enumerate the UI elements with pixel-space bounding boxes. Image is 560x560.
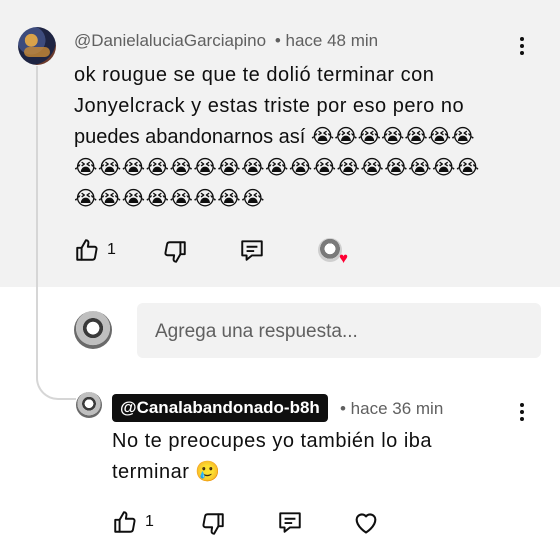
thumbs-down-icon xyxy=(162,239,188,265)
reply-button[interactable] xyxy=(239,237,265,263)
like-button[interactable]: 1 xyxy=(74,237,116,263)
more-vert-icon[interactable] xyxy=(519,37,525,59)
emoji-row: 😭😭😭😭😭😭😭 xyxy=(310,126,475,148)
thumbs-up-icon xyxy=(74,237,100,263)
avatar xyxy=(74,311,112,349)
heart-icon: ♥ xyxy=(339,250,348,267)
thumbs-up-icon xyxy=(112,509,138,535)
comment-meta: @DanielaluciaGarciapino • hace 48 min xyxy=(74,31,378,51)
reply-input[interactable]: Agrega una respuesta... xyxy=(137,303,541,358)
avatar[interactable] xyxy=(18,27,56,65)
like-count: 1 xyxy=(145,513,154,530)
creator-heart-icon: ♥ xyxy=(318,238,348,268)
comment-text: ok rougue se que te dolió terminar con J… xyxy=(74,60,514,215)
more-vert-icon[interactable] xyxy=(519,403,525,425)
comment-text-line: puedes abandonarnos así xyxy=(74,126,306,148)
reply-time: • hace 36 min xyxy=(340,399,444,418)
reply-text-line: No te preocupes yo también lo iba xyxy=(112,430,433,452)
emoji-row: 😭😭😭😭😭😭😭😭😭😭😭😭😭😭😭😭😭 xyxy=(74,157,480,179)
reply-icon xyxy=(239,237,265,263)
reply-text-line: terminar 🥲 xyxy=(112,461,221,483)
reply-text: No te preocupes yo también lo iba termin… xyxy=(112,426,472,488)
reply-icon xyxy=(277,509,303,535)
reply-button[interactable] xyxy=(277,509,303,535)
comment-author[interactable]: @DanielaluciaGarciapino xyxy=(74,31,266,50)
avatar[interactable] xyxy=(76,392,102,418)
like-count: 1 xyxy=(107,241,116,258)
comment-text-line: Jonyelcrack y estas triste por eso pero … xyxy=(74,95,465,117)
heart-icon xyxy=(352,509,380,535)
comment-time: • hace 48 min xyxy=(274,31,379,50)
heart-button[interactable] xyxy=(352,509,380,535)
like-button[interactable]: 1 xyxy=(112,509,154,535)
dislike-button[interactable] xyxy=(162,239,188,265)
thread-line xyxy=(36,66,38,376)
comment-text-line: ok rougue se que te dolió terminar con xyxy=(74,64,435,86)
thread-connector xyxy=(36,352,76,400)
reply-input-placeholder: Agrega una respuesta... xyxy=(155,321,358,342)
emoji-row: 😭😭😭😭😭😭😭😭 xyxy=(74,188,265,210)
creator-badge[interactable]: @Canalabandonado-b8h xyxy=(112,394,328,422)
thumbs-down-icon xyxy=(200,511,226,537)
dislike-button[interactable] xyxy=(200,511,226,537)
